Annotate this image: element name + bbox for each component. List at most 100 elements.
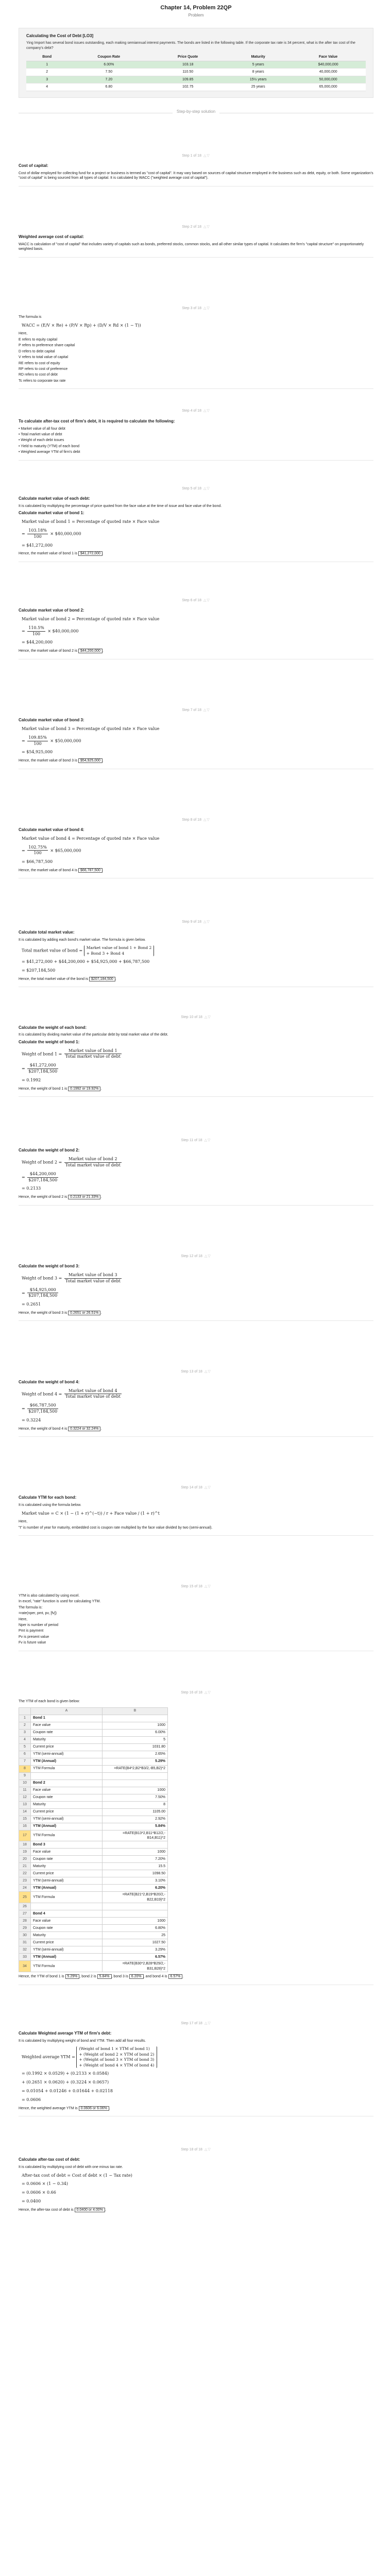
bond-table: Bond Coupon Rate Price Quote Maturity Face V… [26,54,366,91]
row-number: 5 [19,1743,31,1751]
spreadsheet-cell [30,1903,103,1911]
answer-box: 5.29% [65,1974,80,1979]
step-text: In excel, "rate" function is used for ca… [19,1600,101,1604]
spreadsheet-cell: Current price [30,1870,103,1878]
thumbs-icon[interactable]: △▽ [203,225,210,229]
thumbs-icon[interactable]: △▽ [203,154,210,158]
step-5: Step 5 of 18 △▽ Calculate market value of… [19,481,373,562]
equation: Market value of bond 4 = Percentage of q… [22,836,160,841]
row-number: 33 [19,1953,31,1961]
thumbs-icon[interactable]: △▽ [203,599,210,602]
thumbs-icon[interactable]: △▽ [204,1691,211,1694]
equation-result: = $44,200,000 [22,640,53,645]
table-cell: 110.50 [150,68,226,76]
step-text: The formula is [19,315,42,319]
spreadsheet-cell: Face value [30,1786,103,1794]
spreadsheet-cell: Maturity [30,1862,103,1871]
spreadsheet-cell: 25 [102,1931,168,1940]
spreadsheet-row: 16 YTM (Annual) 5.84% [19,1822,168,1831]
step-12: Step 12 of 18 △▽ Calculate the weight of … [19,1249,373,1321]
table-cell: 6.00% [67,61,150,69]
thumbs-icon[interactable]: △▽ [203,818,210,822]
answer-box: 5.84% [97,1974,112,1979]
answer-line: Hence, the market value of bond 4 is $66… [19,868,104,873]
step-text: =rate(nper, pmt, pv, [fv]) [19,1612,57,1616]
spreadsheet-cell: 15.5 [102,1862,168,1871]
row-number: 3 [19,1728,31,1737]
spreadsheet-row: 18 Bond 3 [19,1841,168,1849]
equation: = $44,200,000 $207,184,500 [22,1171,59,1182]
row-number: 17 [19,1829,31,1842]
answer-line: Hence, the after-tax cost of debt is 0.0… [19,2207,106,2212]
thumbs-icon[interactable]: △▽ [204,1585,211,1588]
row-number: 28 [19,1917,31,1925]
thumbs-icon[interactable]: △▽ [204,2148,211,2151]
spreadsheet-row: 32 YTM (semi-annual) 3.29% [19,1946,168,1954]
spreadsheet-row: 19 Face value 1000 [19,1848,168,1856]
spreadsheet-cell: Current price [30,1808,103,1816]
spreadsheet-cell: 1098.50 [102,1870,168,1878]
wacc-formula: WACC = (E/V × Re) + (P/V × Rp) + (D/V × … [22,323,141,328]
step-text: Pv is present value [19,1635,49,1639]
answer-box: 0.0400 or 4.00% [74,2207,105,2212]
thumbs-icon[interactable]: △▽ [203,307,210,310]
spreadsheet-cell: Coupon rate [30,1855,103,1863]
thumbs-icon[interactable]: △▽ [204,1255,211,1258]
step-1: Step 1 of 18 △▽ Cost of capital: Cost of … [19,148,373,187]
spreadsheet-row: 15 YTM (semi-annual) 2.92% [19,1815,168,1823]
problem-statement: Calculating the Cost of Debt [LO3] Ying … [19,27,373,98]
equation: = 102.75% 100 × $65,000,000 [22,844,81,856]
thumbs-icon[interactable]: △▽ [203,409,210,413]
step-heading: Calculate the weight of bond 4: [19,1379,80,1384]
thumbs-icon[interactable]: △▽ [204,1139,211,1142]
table-row: 3 7.20 109.85 15½ years 50,000,000 [26,76,366,84]
row-number: 22 [19,1870,31,1878]
thumbs-icon[interactable]: △▽ [204,1370,211,1374]
answer-box: 0.3224 or 32.24% [68,1426,101,1431]
spreadsheet-cell: Maturity [30,1931,103,1940]
row-number: 6 [19,1750,31,1758]
step-subheading: Calculate market value of bond 1: [19,511,84,516]
row-number: 4 [19,1736,31,1744]
step-label: Step 12 of 18 [181,1254,202,1258]
bond-table-header: Maturity [226,54,291,61]
step-15: Step 15 of 18 △▽ YTM is also calculated b… [19,1579,373,1651]
answer-line: Hence, the YTM of bond 1 is 5.29%, bond … [19,1974,184,1979]
step-heading: Calculate market value of bond 3: [19,718,84,723]
thumbs-icon[interactable]: △▽ [204,2022,211,2025]
equation: = $66,787,500 $207,184,500 [22,1403,59,1414]
step-heading: Calculate total market value: [19,929,75,935]
spreadsheet-cell: =RATE(B30*2,B28*B29/2,-B31,B28)*2 [102,1960,168,1973]
table-cell: 3 [26,76,68,84]
spreadsheet-cell: 1000 [102,1917,168,1925]
bond-table-header: Price Quote [150,54,226,61]
spreadsheet-cell [102,1779,168,1787]
thumbs-icon[interactable]: △▽ [204,1015,211,1019]
problem-title: Calculating the Cost of Debt [LO3] [26,33,94,38]
thumbs-icon[interactable]: △▽ [203,920,210,924]
spreadsheet-row: 29 Coupon rate 6.80% [19,1924,168,1933]
step-6: Step 6 of 18 △▽ Calculate market value of… [19,593,373,659]
spreadsheet-cell: Current price [30,1743,103,1751]
answer-box: 0.2133 or 21.33% [68,1195,101,1200]
spreadsheet-cell: Coupon rate [30,1728,103,1737]
row-number: 7 [19,1757,31,1766]
step-text: It is calculated by adding each bond's m… [19,938,146,942]
spreadsheet-cell: 6.20% [102,1884,168,1892]
table-cell: 65,000,000 [291,83,366,91]
row-number: 15 [19,1815,31,1823]
equation: = 110.5% 100 × $40,000,000 [22,625,79,636]
spreadsheet-row: 22 Current price 1098.50 [19,1870,168,1878]
step-text: "t" is number of year for maturity, embe… [19,1526,213,1530]
step-heading: Calculate market value of bond 4: [19,827,84,832]
thumbs-icon[interactable]: △▽ [204,1486,211,1489]
step-label: Step 14 of 18 [181,1485,202,1489]
step-text: It is calculated by dividing market valu… [19,1033,168,1037]
answer-line: Hence, the weight of bond 3 is 0.2651 or… [19,1310,102,1315]
table-cell: 40,000,000 [291,68,366,76]
thumbs-icon[interactable]: △▽ [203,708,210,712]
answer-line: Hence, the market value of bond 2 is $44… [19,649,104,654]
step-11: Step 11 of 18 △▽ Calculate the weight of … [19,1133,373,1206]
thumbs-icon[interactable]: △▽ [203,487,210,490]
row-number: 32 [19,1946,31,1954]
